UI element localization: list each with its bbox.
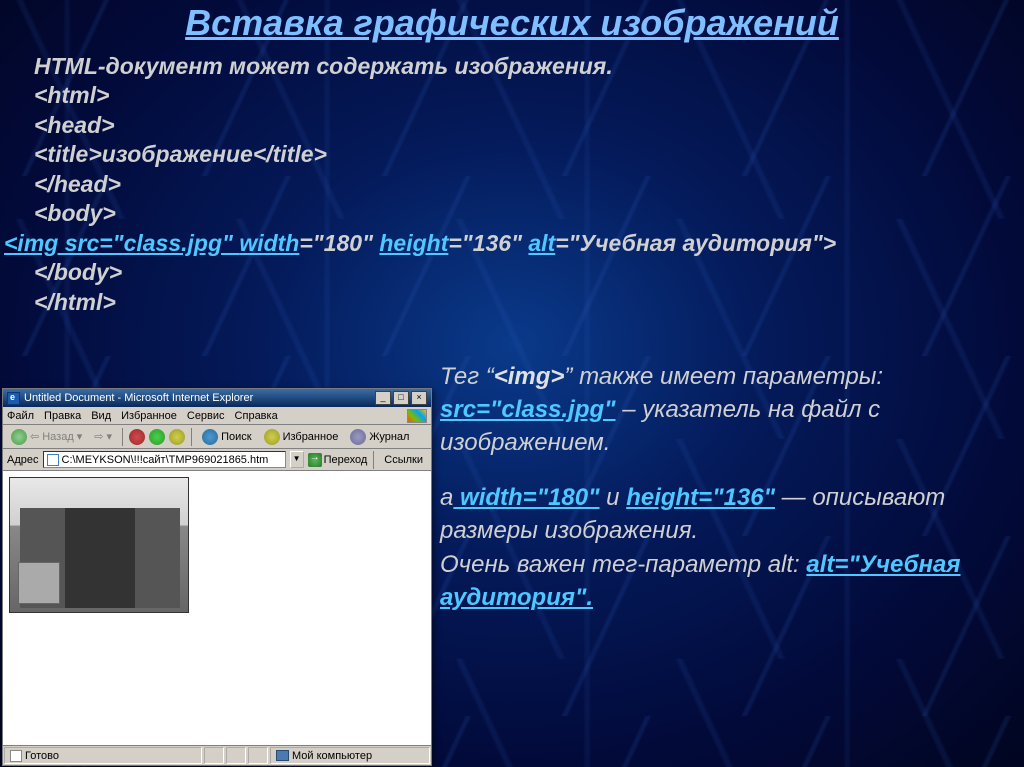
status-empty [226, 747, 246, 764]
code-line: <title>изображение</title> [34, 140, 1024, 169]
code-example: HTML-документ может содержать изображени… [0, 44, 1024, 317]
width-value: ="180" [299, 230, 379, 256]
browser-addressbar: Адрес C:\MEYKSON\!!!сайт\TMP969021865.ht… [3, 449, 431, 471]
code-line: </body> [34, 258, 1024, 287]
height-link: height="136" [626, 484, 775, 511]
computer-icon [276, 750, 289, 761]
menu-edit[interactable]: Правка [44, 410, 81, 422]
document-icon [10, 750, 22, 762]
menu-help[interactable]: Справка [235, 410, 278, 422]
code-line: </html> [34, 288, 1024, 317]
browser-content [3, 471, 431, 745]
browser-window: Untitled Document - Microsoft Internet E… [2, 388, 432, 766]
desc-p3: Очень важен тег-параметр alt: alt="Учебн… [440, 548, 1000, 614]
browser-statusbar: Готово Мой компьютер [3, 745, 431, 765]
description-paragraph: Тег “<img>” также имеет параметры: src="… [440, 360, 1000, 614]
img-tag-link: <img src="class.jpg" [4, 230, 239, 256]
address-input[interactable]: C:\MEYKSON\!!!сайт\TMP969021865.htm [43, 451, 286, 468]
ms-logo-icon [407, 409, 427, 423]
menu-view[interactable]: Вид [91, 410, 111, 422]
page-icon [47, 454, 59, 466]
menu-file[interactable]: Файл [7, 410, 34, 422]
maximize-button[interactable]: □ [393, 391, 409, 405]
history-icon [350, 429, 366, 445]
menu-favorites[interactable]: Избранное [121, 410, 177, 422]
address-label: Адрес [7, 454, 39, 466]
search-icon [202, 429, 218, 445]
go-icon [308, 453, 322, 467]
code-line: <body> [34, 199, 1024, 228]
desc-p1: Тег “<img>” также имеет параметры: src="… [440, 360, 1000, 459]
status-ssl [248, 747, 268, 764]
classroom-image [9, 477, 189, 613]
intro-text: HTML-документ может содержать изображени… [34, 52, 1024, 81]
ie-icon [7, 392, 20, 405]
alt-attr-link: alt [528, 230, 555, 256]
favorites-button[interactable]: Избранное [260, 428, 343, 446]
status-ready: Готово [4, 747, 202, 764]
close-button[interactable]: × [411, 391, 427, 405]
links-button[interactable]: Ссылки [380, 454, 427, 466]
address-value: C:\MEYKSON\!!!сайт\TMP969021865.htm [62, 454, 269, 466]
browser-menubar: Файл Правка Вид Избранное Сервис Справка [3, 407, 431, 425]
minimize-button[interactable]: _ [375, 391, 391, 405]
alt-value: ="Учебная аудитория"> [555, 230, 836, 256]
stop-icon[interactable] [129, 429, 145, 445]
address-dropdown[interactable]: ▼ [290, 451, 304, 468]
browser-titlebar: Untitled Document - Microsoft Internet E… [3, 389, 431, 407]
refresh-icon[interactable] [149, 429, 165, 445]
height-value: ="136" [448, 230, 528, 256]
status-empty [204, 747, 224, 764]
img-tag-bold: <img> [494, 363, 565, 390]
menu-tools[interactable]: Сервис [187, 410, 225, 422]
home-icon[interactable] [169, 429, 185, 445]
code-line: <html> [34, 81, 1024, 110]
search-button[interactable]: Поиск [198, 428, 255, 446]
slide-title: Вставка графических изображений [0, 0, 1024, 44]
desc-p2: а width="180" и height="136" — описывают… [440, 481, 1000, 547]
height-attr-link: height [379, 230, 448, 256]
window-title: Untitled Document - Microsoft Internet E… [24, 392, 375, 404]
width-attr-link: width [239, 230, 299, 256]
src-link: src="class.jpg" [440, 396, 616, 423]
history-button[interactable]: Журнал [346, 428, 413, 446]
code-line: </head> [34, 170, 1024, 199]
go-button[interactable]: Переход [308, 453, 368, 467]
forward-button[interactable]: ⇨ ▾ [90, 429, 116, 444]
back-button[interactable]: ⇦ Назад ▾ [7, 428, 86, 446]
code-line-img: <img src="class.jpg" width="180" height=… [4, 229, 1024, 258]
browser-toolbar: ⇦ Назад ▾ ⇨ ▾ Поиск Избранное Журнал [3, 425, 431, 449]
back-arrow-icon [11, 429, 27, 445]
status-zone: Мой компьютер [270, 747, 430, 764]
code-line: <head> [34, 111, 1024, 140]
width-link: width="180" [453, 484, 599, 511]
favorites-icon [264, 429, 280, 445]
